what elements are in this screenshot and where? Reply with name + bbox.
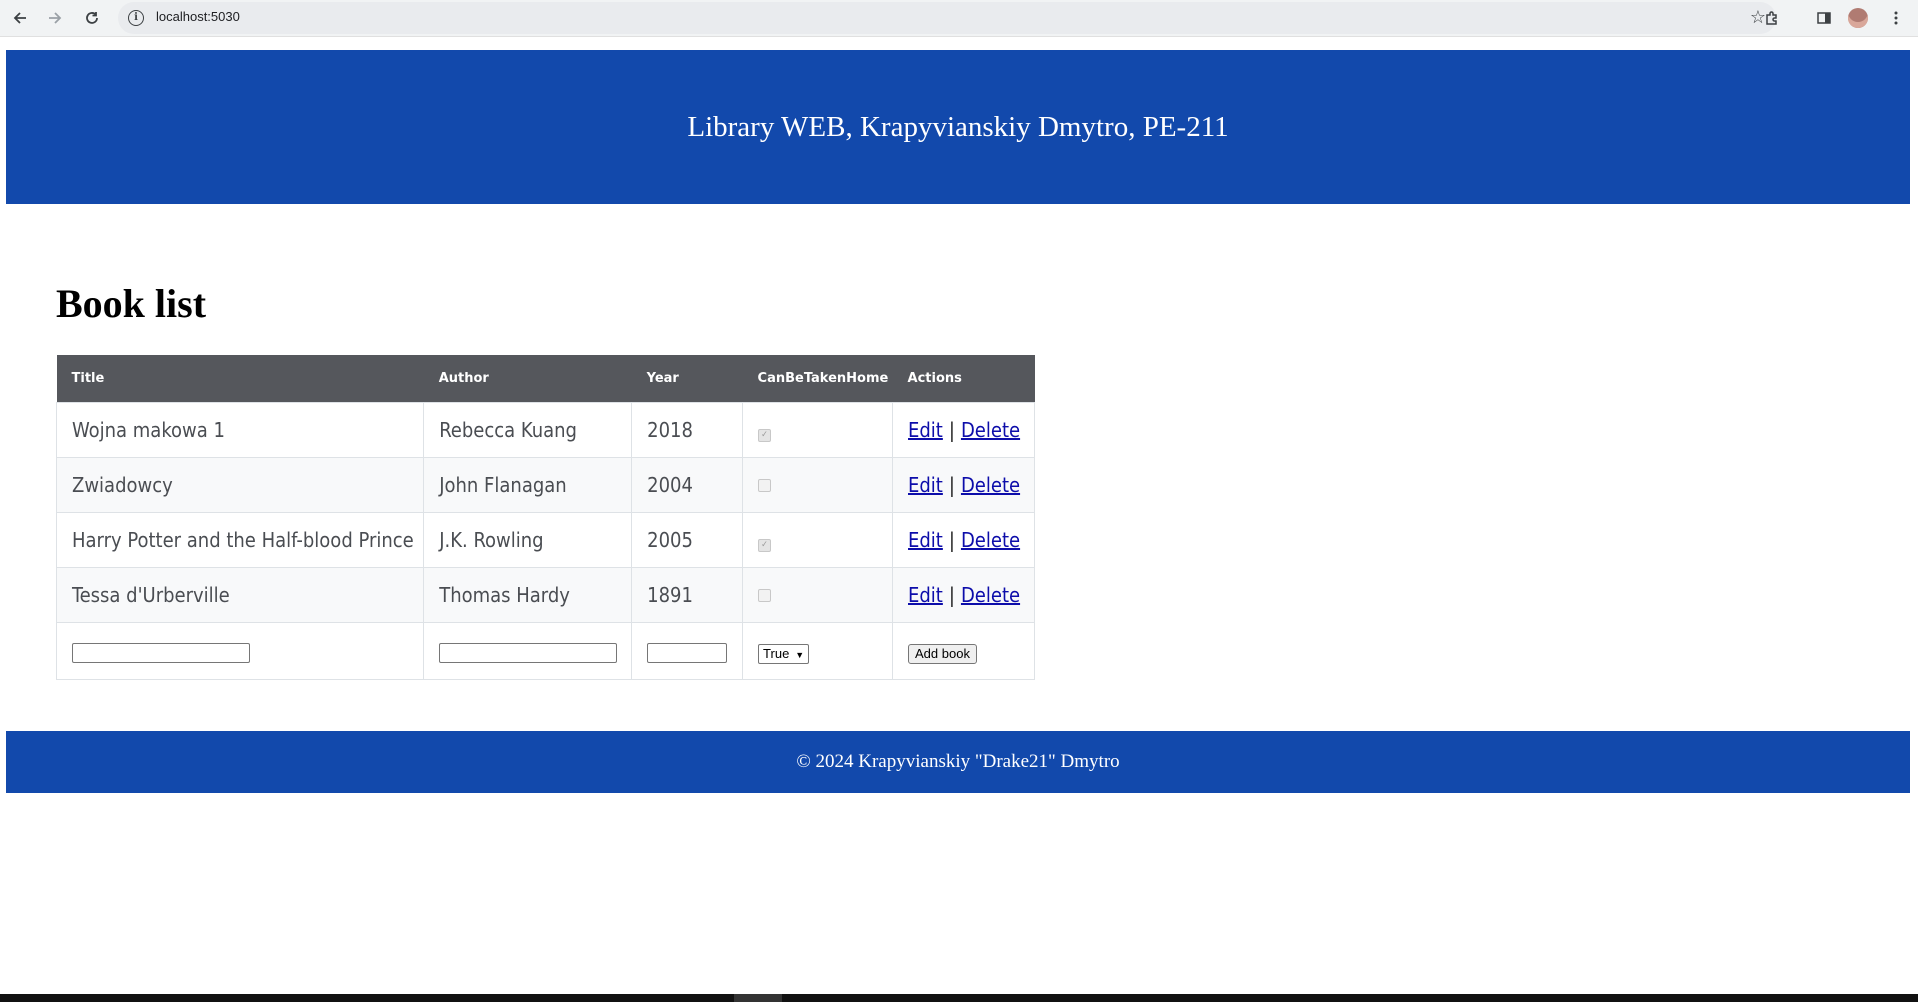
delete-link[interactable]: Delete	[961, 418, 1020, 442]
cell-title: Zwiadowcy	[55, 457, 425, 513]
edit-link[interactable]: Edit	[908, 473, 943, 497]
cell-can-be-taken-home: ✓	[742, 402, 894, 458]
arrow-right-icon[interactable]	[43, 6, 67, 30]
actions-separator: |	[948, 583, 955, 607]
chevron-down-icon: ▼	[795, 649, 805, 660]
browser-toolbar: i localhost:5030 ☆	[0, 0, 1918, 37]
table-row: Zwiadowcy John Flanagan 2004 Edit | Delete	[55, 457, 1035, 513]
books-table: Title Author Year CanBeTakenHome Actions…	[55, 355, 1035, 680]
address-bar[interactable]: i localhost:5030 ☆	[118, 2, 1776, 34]
actions-separator: |	[948, 528, 955, 552]
url-text: localhost:5030	[156, 9, 240, 24]
cell-year: 2005	[631, 512, 744, 568]
column-header-actions: Actions	[892, 355, 1035, 403]
table-row: Tessa d'Urberville Thomas Hardy 1891 Edi…	[55, 567, 1035, 623]
column-header-title: Title	[56, 355, 424, 403]
edit-link[interactable]: Edit	[908, 418, 943, 442]
can-be-taken-home-select[interactable]: True ▼	[758, 643, 810, 664]
checkbox-checked: ✓	[758, 539, 772, 552]
checkbox-unchecked	[758, 479, 772, 492]
cell-actions: Edit | Delete	[892, 567, 1035, 623]
table-row: Harry Potter and the Half-blood Prince J…	[55, 512, 1035, 568]
reload-icon[interactable]	[80, 6, 104, 30]
side-panel-icon[interactable]	[1812, 6, 1836, 30]
year-input[interactable]	[647, 642, 728, 663]
cell-author: Rebecca Kuang	[423, 402, 633, 458]
cell-can-be-taken-home-select: True ▼	[742, 622, 894, 680]
taskbar	[0, 994, 1918, 1002]
add-book-button[interactable]: Add book	[908, 643, 977, 664]
checkbox-checked: ✓	[758, 429, 772, 442]
cell-year: 1891	[631, 567, 744, 623]
info-icon[interactable]: i	[128, 10, 144, 26]
select-value: True	[763, 645, 790, 661]
cell-year: 2018	[631, 402, 744, 458]
actions-separator: |	[948, 473, 955, 497]
cell-title: Harry Potter and the Half-blood Prince	[55, 512, 425, 568]
arrow-left-icon[interactable]	[8, 6, 32, 30]
cell-can-be-taken-home	[742, 457, 894, 513]
footer-text: © 2024 Krapyvianskiy "Drake21" Dmytro	[796, 751, 1120, 772]
table-header-row: Title Author Year CanBeTakenHome Actions	[56, 355, 1035, 403]
checkbox-unchecked	[758, 589, 772, 602]
title-input[interactable]	[72, 642, 250, 663]
cell-can-be-taken-home	[742, 567, 894, 623]
cell-title: Tessa d'Urberville	[55, 567, 425, 623]
cell-actions: Edit | Delete	[892, 457, 1035, 513]
cell-author: J.K. Rowling	[423, 512, 633, 568]
cell-year: 2004	[631, 457, 744, 513]
cell-author-input	[423, 622, 633, 680]
column-header-can-be-taken-home: CanBeTakenHome	[742, 355, 893, 403]
cell-actions: Edit | Delete	[892, 402, 1035, 458]
cell-can-be-taken-home: ✓	[742, 512, 894, 568]
cell-author: Thomas Hardy	[423, 567, 633, 623]
delete-link[interactable]: Delete	[961, 528, 1020, 552]
table-row: Wojna makowa 1 Rebecca Kuang 2018 ✓ Edit…	[55, 402, 1035, 458]
column-header-author: Author	[423, 355, 632, 403]
cell-title: Wojna makowa 1	[55, 402, 425, 458]
column-header-year: Year	[631, 355, 743, 403]
page-title: Book list	[56, 281, 207, 326]
add-book-row: True ▼ Add book	[55, 622, 1035, 680]
edit-link[interactable]: Edit	[908, 583, 943, 607]
cell-year-input	[631, 622, 744, 680]
cell-add-button: Add book	[892, 622, 1035, 680]
avatar[interactable]	[1848, 8, 1868, 28]
kebab-menu-icon[interactable]	[1884, 6, 1908, 30]
edit-link[interactable]: Edit	[908, 528, 943, 552]
site-title: Library WEB, Krapyvianskiy Dmytro, PE-21…	[687, 110, 1229, 143]
author-input[interactable]	[439, 642, 618, 663]
site-header: Library WEB, Krapyvianskiy Dmytro, PE-21…	[6, 50, 1910, 204]
delete-link[interactable]: Delete	[961, 473, 1020, 497]
puzzle-icon[interactable]	[1760, 6, 1784, 30]
delete-link[interactable]: Delete	[961, 583, 1020, 607]
actions-separator: |	[948, 418, 955, 442]
taskbar-item[interactable]	[734, 994, 782, 1002]
cell-actions: Edit | Delete	[892, 512, 1035, 568]
cell-title-input	[55, 622, 425, 680]
cell-author: John Flanagan	[423, 457, 633, 513]
site-footer: © 2024 Krapyvianskiy "Drake21" Dmytro	[6, 731, 1910, 793]
